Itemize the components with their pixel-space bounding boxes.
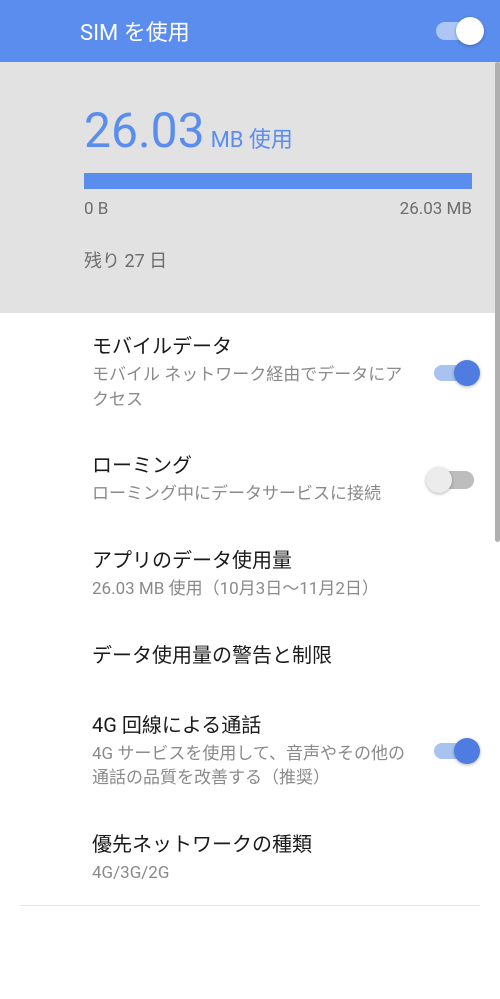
4g-calling-item[interactable]: 4G 回線による通話 4G サービスを使用して、音声やその他の通話の品質を改善す… — [0, 692, 500, 811]
range-end: 26.03 MB — [400, 199, 472, 219]
item-text: アプリのデータ使用量 26.03 MB 使用（10月3日～11月2日） — [92, 547, 474, 602]
item-subtitle: ローミング中にデータサービスに接続 — [92, 482, 414, 507]
usage-number: 26.03 — [84, 102, 205, 159]
roaming-item[interactable]: ローミング ローミング中にデータサービスに接続 — [0, 432, 500, 527]
mobile-data-toggle[interactable] — [434, 365, 474, 381]
usage-summary-card: 26.03 MB 使用 0 B 26.03 MB 残り 27 日 — [0, 62, 500, 313]
4g-calling-toggle[interactable] — [434, 743, 474, 759]
item-text: 4G 回線による通話 4G サービスを使用して、音声やその他の通話の品質を改善す… — [92, 712, 418, 791]
days-remaining: 残り 27 日 — [84, 247, 472, 273]
item-title: 優先ネットワークの種類 — [92, 831, 474, 857]
progress-labels: 0 B 26.03 MB — [84, 199, 472, 219]
item-title: モバイルデータ — [92, 333, 418, 359]
divider — [20, 905, 480, 906]
page-title: SIM を使用 — [80, 15, 190, 47]
scrollbar[interactable] — [495, 62, 500, 542]
sim-toggle[interactable] — [436, 22, 480, 40]
item-subtitle: 4G/3G/2G — [92, 861, 474, 886]
item-title: ローミング — [92, 452, 414, 478]
preferred-network-type-item[interactable]: 優先ネットワークの種類 4G/3G/2G — [0, 811, 500, 906]
item-text: 優先ネットワークの種類 4G/3G/2G — [92, 831, 474, 886]
range-start: 0 B — [84, 199, 108, 219]
item-subtitle: モバイル ネットワーク経由でデータにアクセス — [92, 363, 418, 412]
item-text: モバイルデータ モバイル ネットワーク経由でデータにアクセス — [92, 333, 418, 412]
usage-unit: MB 使用 — [211, 122, 293, 154]
app-data-usage-item[interactable]: アプリのデータ使用量 26.03 MB 使用（10月3日～11月2日） — [0, 527, 500, 622]
item-title: データ使用量の警告と制限 — [92, 642, 474, 668]
item-subtitle: 4G サービスを使用して、音声やその他の通話の品質を改善する（推奨） — [92, 742, 418, 791]
settings-list: モバイルデータ モバイル ネットワーク経由でデータにアクセス ローミング ローミ… — [0, 313, 500, 906]
mobile-data-item[interactable]: モバイルデータ モバイル ネットワーク経由でデータにアクセス — [0, 313, 500, 432]
item-text: データ使用量の警告と制限 — [92, 642, 474, 672]
usage-progress-bar — [84, 173, 472, 189]
data-warning-limit-item[interactable]: データ使用量の警告と制限 — [0, 622, 500, 692]
app-header: SIM を使用 — [0, 0, 500, 62]
item-title: アプリのデータ使用量 — [92, 547, 474, 573]
usage-amount: 26.03 MB 使用 — [84, 102, 472, 159]
item-subtitle: 26.03 MB 使用（10月3日～11月2日） — [92, 577, 474, 602]
item-text: ローミング ローミング中にデータサービスに接続 — [92, 452, 414, 507]
item-title: 4G 回線による通話 — [92, 712, 418, 738]
roaming-toggle[interactable] — [430, 471, 474, 489]
